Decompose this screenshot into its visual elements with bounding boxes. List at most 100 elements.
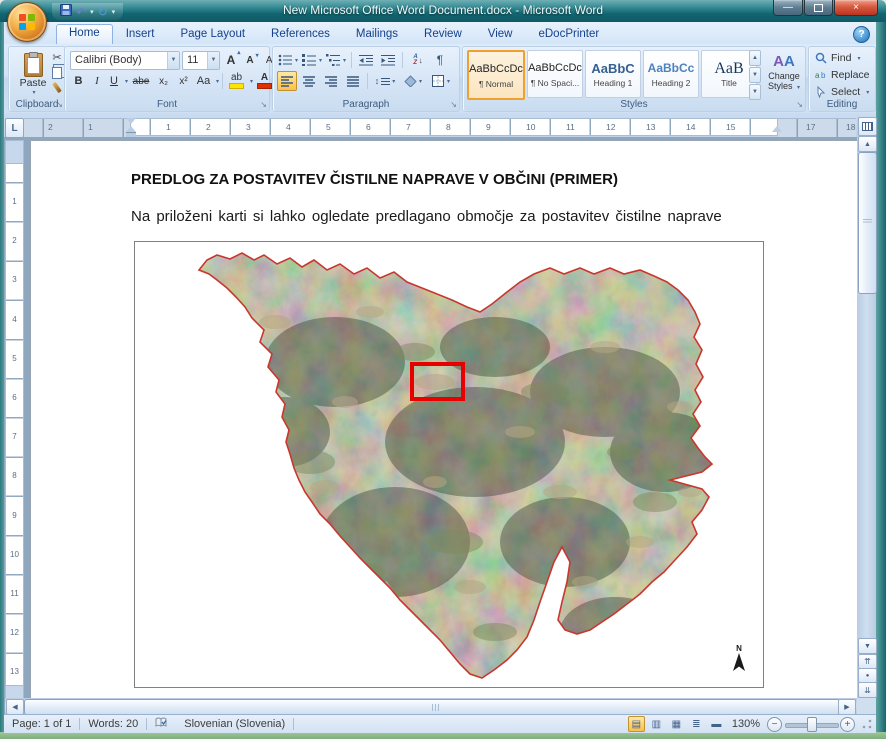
zoom-out-button[interactable]: − xyxy=(767,717,782,732)
align-right-button[interactable] xyxy=(321,71,341,91)
scroll-left-button[interactable]: ◀ xyxy=(6,699,24,715)
proofing-status-icon[interactable] xyxy=(147,717,176,731)
zoom-level[interactable]: 130% xyxy=(728,718,764,730)
scroll-down-button[interactable]: ▼ xyxy=(858,638,877,654)
save-icon[interactable] xyxy=(60,4,72,19)
view-ruler-toggle-button[interactable] xyxy=(858,117,877,136)
zoom-slider[interactable] xyxy=(785,717,837,731)
justify-button[interactable] xyxy=(343,71,363,91)
horizontal-scrollbar[interactable]: ◀ ▶ xyxy=(5,698,857,714)
first-line-indent-marker[interactable] xyxy=(126,118,136,124)
bullets-button[interactable]: ▾ xyxy=(277,50,299,70)
tab-selector-button[interactable]: L xyxy=(5,118,24,138)
qat-customize-arrow-icon[interactable]: ▾ xyxy=(112,8,116,16)
document-page[interactable]: PREDLOG ZA POSTAVITEV ČISTILNE NAPRAVE V… xyxy=(30,140,858,699)
change-case-arrow-icon[interactable]: ▾ xyxy=(216,78,219,85)
font-dialog-launcher-icon[interactable]: ↘ xyxy=(260,101,267,109)
tab-view[interactable]: View xyxy=(475,25,526,44)
show-hide-pilcrow-button[interactable]: ¶ xyxy=(431,50,449,70)
highlight-arrow-icon[interactable]: ▾ xyxy=(250,78,253,85)
copy-icon[interactable] xyxy=(52,67,62,79)
style-card-heading2[interactable]: AaBbCc Heading 2 xyxy=(643,50,699,98)
resize-grip-icon[interactable] xyxy=(862,719,872,729)
minimize-button[interactable]: — xyxy=(773,0,803,16)
change-case-button[interactable]: Aa xyxy=(194,71,213,91)
align-center-button[interactable] xyxy=(299,71,319,91)
sort-button[interactable]: AZ ↓ xyxy=(407,50,429,70)
ribbon-tabs: Home Insert Page Layout References Maili… xyxy=(56,22,612,44)
tab-edocprinter[interactable]: eDocPrinter xyxy=(525,25,612,44)
font-size-combo[interactable]: 11 ▼ xyxy=(182,51,220,70)
vertical-ruler[interactable]: 12345678910111213 xyxy=(5,140,22,697)
zoom-slider-thumb[interactable] xyxy=(807,717,817,732)
page-indicator[interactable]: Page: 1 of 1 xyxy=(4,718,79,730)
tab-insert[interactable]: Insert xyxy=(113,25,168,44)
bold-button[interactable]: B xyxy=(69,71,88,91)
style-scroll-up-icon[interactable]: ▲ xyxy=(749,50,761,66)
select-browse-object-button[interactable]: ● xyxy=(858,668,877,683)
style-card-no-spacing[interactable]: AaBbCcDc ¶ No Spaci... xyxy=(527,50,583,98)
tab-page-layout[interactable]: Page Layout xyxy=(167,25,258,44)
sort-icon: AZ xyxy=(413,54,417,66)
subscript-button[interactable]: x₂ xyxy=(154,71,173,91)
zoom-in-button[interactable]: + xyxy=(840,717,855,732)
print-layout-view-button[interactable]: ▤ xyxy=(628,716,645,732)
underline-button[interactable]: U xyxy=(106,71,122,91)
horizontal-ruler[interactable]: 21 123456789101112131415 1718 xyxy=(24,118,856,136)
right-indent-marker[interactable] xyxy=(772,126,782,132)
style-card-normal[interactable]: AaBbCcDc ¶ Normal xyxy=(467,50,525,100)
undo-icon[interactable]: ↶ xyxy=(76,5,86,19)
vertical-scroll-thumb[interactable] xyxy=(858,152,877,294)
style-card-heading1[interactable]: AaBbC Heading 1 xyxy=(585,50,641,98)
font-family-combo[interactable]: Calibri (Body) ▼ xyxy=(70,51,180,70)
find-button[interactable]: Find▾ xyxy=(815,51,870,65)
redo-icon[interactable]: ↻ xyxy=(98,5,108,19)
vertical-scrollbar[interactable]: ▲ ▼ ⇈ ● ⇊ xyxy=(857,117,876,698)
outline-view-button[interactable]: ≣ xyxy=(688,716,705,732)
italic-button[interactable]: I xyxy=(89,71,105,91)
borders-button[interactable]: ▾ xyxy=(428,71,454,91)
previous-page-button[interactable]: ⇈ xyxy=(858,654,877,669)
undo-dropdown-arrow-icon[interactable]: ▾ xyxy=(90,8,94,16)
style-gallery-more-icon[interactable]: ▼ xyxy=(749,84,761,100)
word-count[interactable]: Words: 20 xyxy=(80,718,146,730)
scroll-up-button[interactable]: ▲ xyxy=(858,136,877,152)
language-indicator[interactable]: Slovenian (Slovenia) xyxy=(176,718,293,730)
increase-indent-button[interactable] xyxy=(378,50,398,70)
shrink-font-button[interactable]: A xyxy=(242,50,258,70)
line-spacing-button[interactable]: ↕ ▾ xyxy=(372,71,398,91)
draft-view-button[interactable]: ▬ xyxy=(708,716,725,732)
web-layout-view-button[interactable]: ▦ xyxy=(668,716,685,732)
full-screen-reading-view-button[interactable]: ▥ xyxy=(648,716,665,732)
replace-button[interactable]: ab Replace xyxy=(815,68,870,82)
numbering-button[interactable]: ▾ xyxy=(301,50,323,70)
highlight-color-button[interactable]: ab xyxy=(226,71,247,91)
paste-label: Paste xyxy=(20,77,47,89)
tab-review[interactable]: Review xyxy=(411,25,475,44)
scroll-right-button[interactable]: ▶ xyxy=(838,699,856,715)
maximize-button[interactable] xyxy=(804,0,833,16)
next-page-button[interactable]: ⇊ xyxy=(858,682,877,698)
strikethrough-button[interactable]: abe xyxy=(129,71,153,91)
tab-home[interactable]: Home xyxy=(56,24,113,44)
superscript-button[interactable]: x² xyxy=(174,71,193,91)
help-button[interactable]: ? xyxy=(853,26,870,43)
multilevel-list-button[interactable]: ▾ xyxy=(325,50,347,70)
tab-mailings[interactable]: Mailings xyxy=(343,25,411,44)
office-button[interactable] xyxy=(7,2,47,42)
decrease-indent-button[interactable] xyxy=(356,50,376,70)
underline-arrow-icon[interactable]: ▾ xyxy=(125,78,128,85)
shading-button[interactable]: ▾ xyxy=(400,71,426,91)
paragraph-dialog-launcher-icon[interactable]: ↘ xyxy=(450,101,457,109)
cut-icon[interactable]: ✂ xyxy=(52,51,61,64)
format-painter-icon[interactable] xyxy=(52,82,62,93)
horizontal-scroll-thumb[interactable] xyxy=(24,699,840,715)
align-left-button[interactable] xyxy=(277,71,297,91)
styles-dialog-launcher-icon[interactable]: ↘ xyxy=(796,101,803,109)
style-scroll-down-icon[interactable]: ▼ xyxy=(749,67,761,83)
select-button[interactable]: Select▾ xyxy=(815,85,870,99)
tab-references[interactable]: References xyxy=(258,25,343,44)
grow-font-button[interactable]: A xyxy=(222,50,240,70)
clipboard-dialog-launcher-icon[interactable]: ↘ xyxy=(56,101,63,109)
close-button[interactable]: × xyxy=(834,0,878,16)
